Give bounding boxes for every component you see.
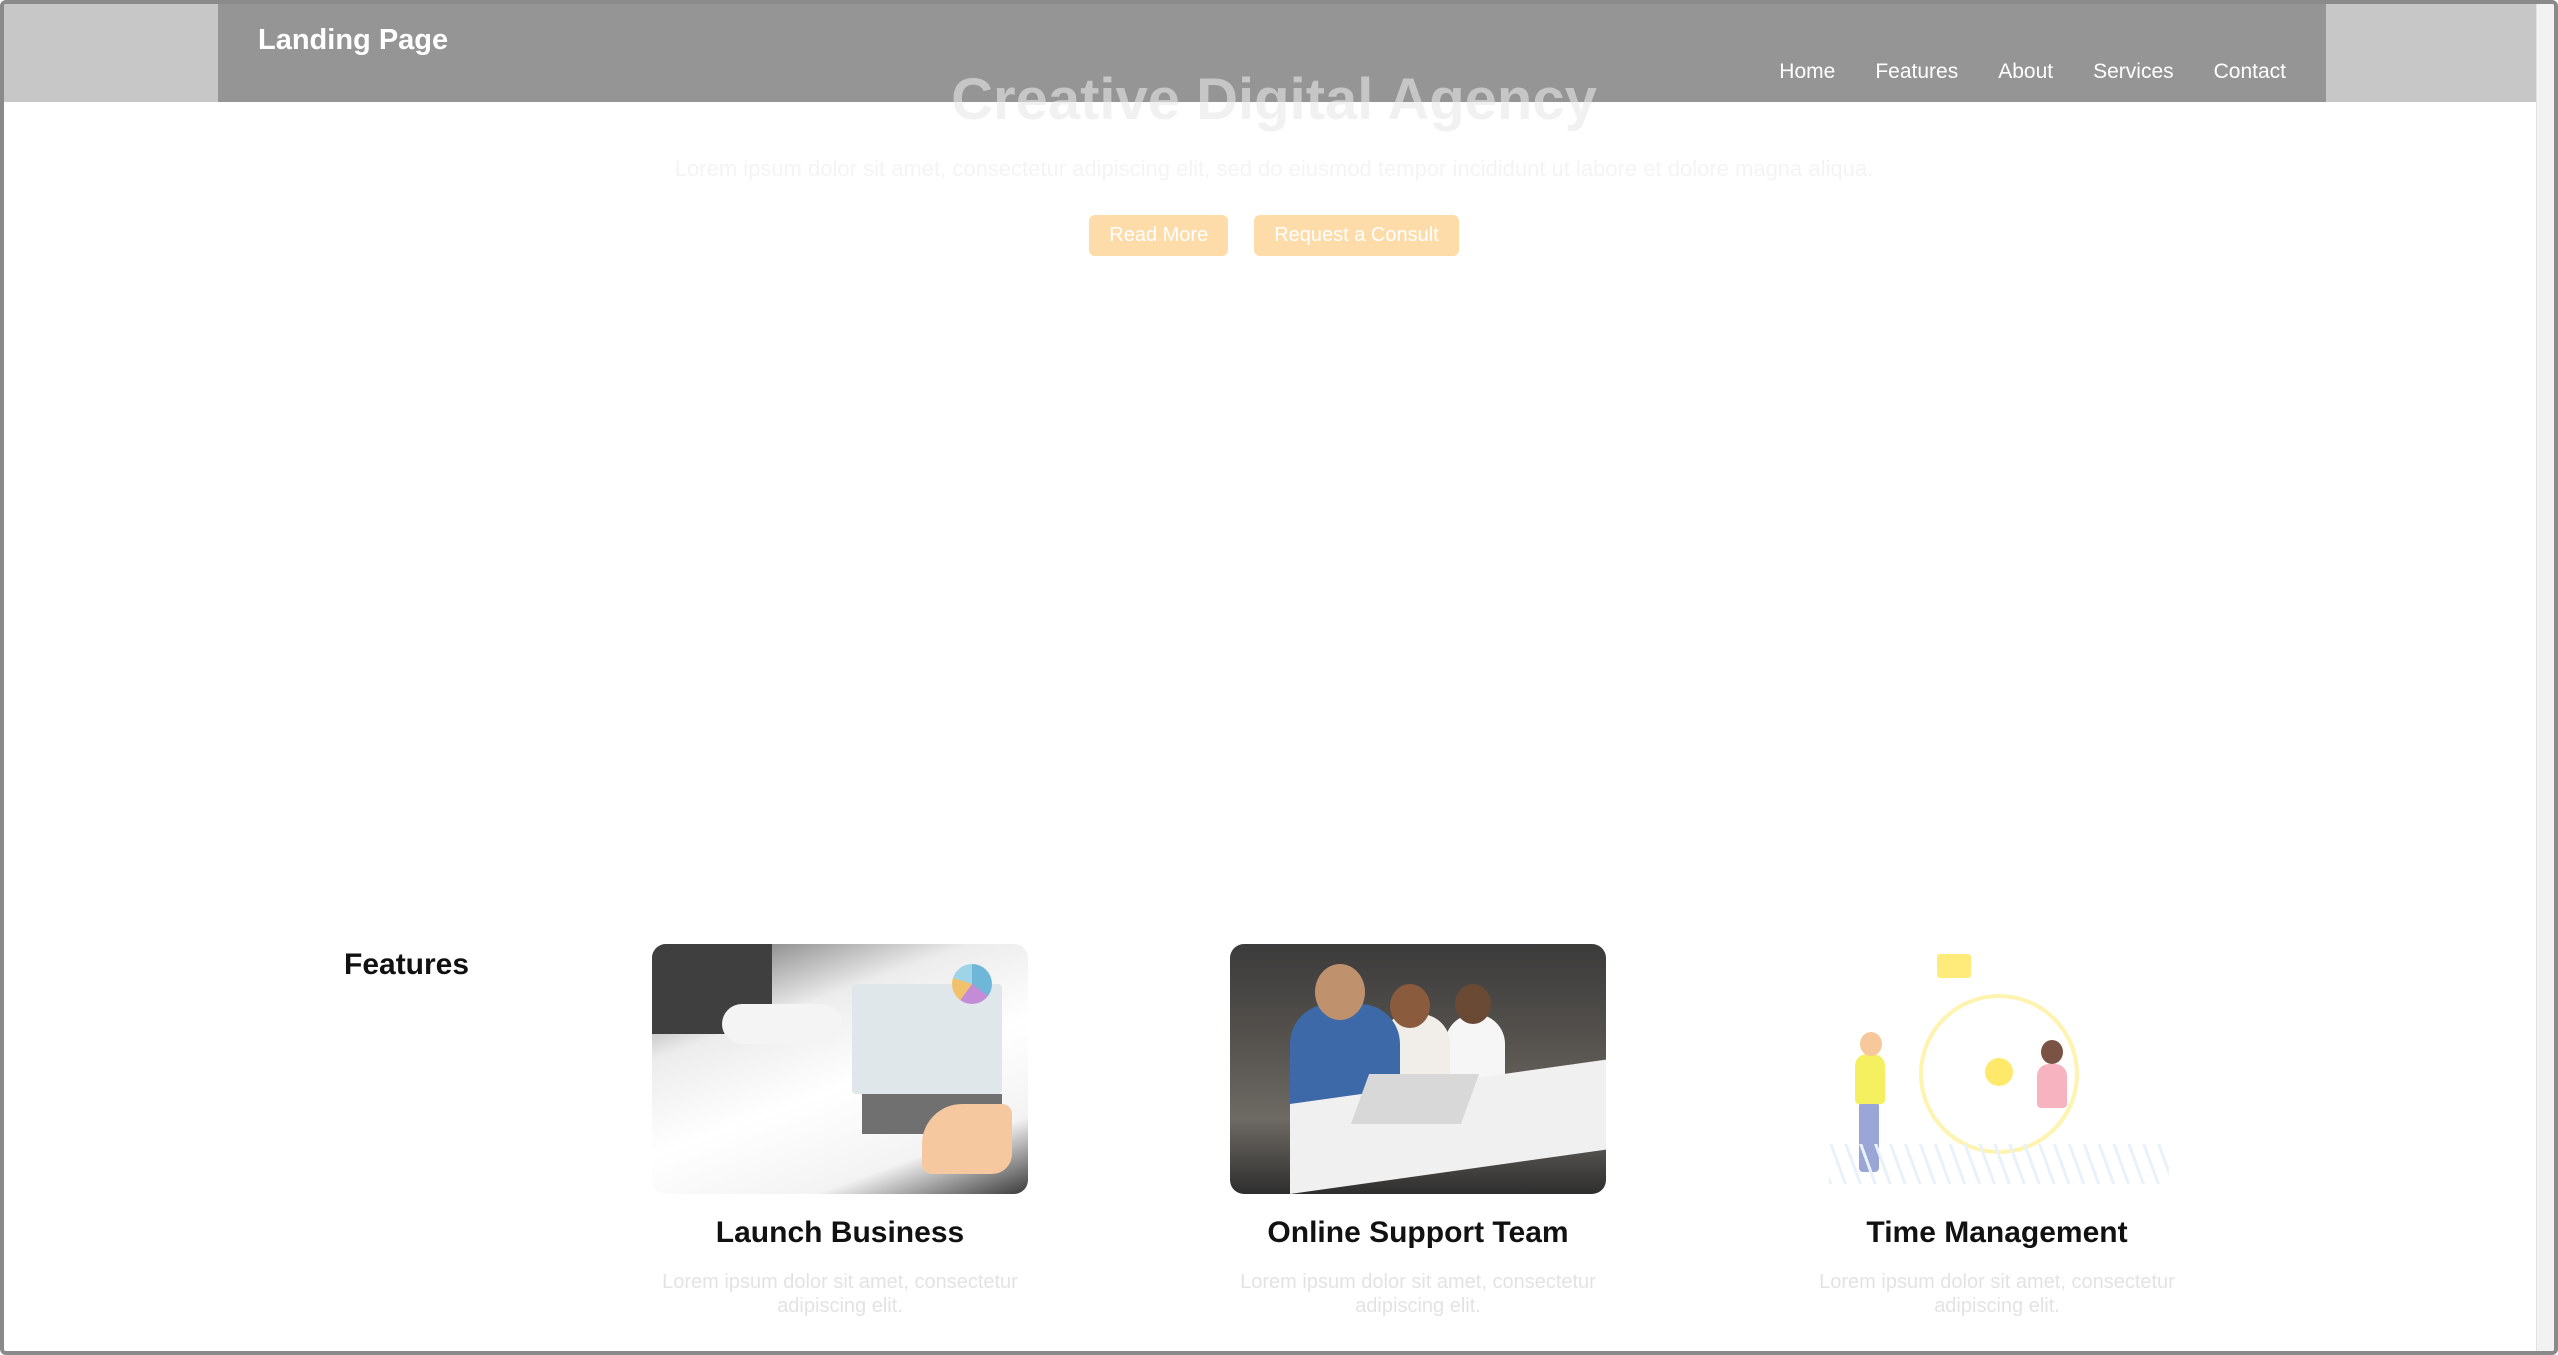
support-team-image (1230, 944, 1606, 1194)
feature-card-launch-business: Launch Business Lorem ipsum dolor sit am… (652, 944, 1028, 1318)
request-consult-button[interactable]: Request a Consult (1254, 215, 1459, 256)
brand-logo[interactable]: Landing Page (258, 24, 448, 57)
time-management-illustration (1809, 944, 2185, 1194)
feature-card-description: Lorem ipsum dolor sit amet, consectetur … (662, 1271, 1018, 1317)
feature-card-description: Lorem ipsum dolor sit amet, consectetur … (1240, 1271, 1596, 1317)
feature-card-title: Online Support Team (1267, 1216, 1569, 1249)
office-desk-image (652, 944, 1028, 1194)
feature-card-title: Launch Business (715, 1216, 965, 1249)
read-more-button[interactable]: Read More (1089, 215, 1229, 256)
feature-card-time-management: Time Management Lorem ipsum dolor sit am… (1809, 944, 2185, 1318)
feature-card-description: Lorem ipsum dolor sit amet, consectetur … (1819, 1271, 2175, 1317)
browser-viewport: Creative Digital Agency Landing Page Hom… (0, 0, 2558, 1355)
hero-actions: Read More Request a Consult (4, 215, 2544, 256)
feature-card-online-support: Online Support Team Lorem ipsum dolor si… (1230, 944, 1606, 1318)
hero-subtitle: Lorem ipsum dolor sit amet, consectetur … (674, 156, 1874, 181)
vertical-scrollbar[interactable] (2536, 4, 2554, 1351)
features-heading: Features (344, 948, 470, 981)
hero-title: Creative Digital Agency (951, 67, 1597, 102)
feature-card-title: Time Management (1866, 1216, 2128, 1249)
